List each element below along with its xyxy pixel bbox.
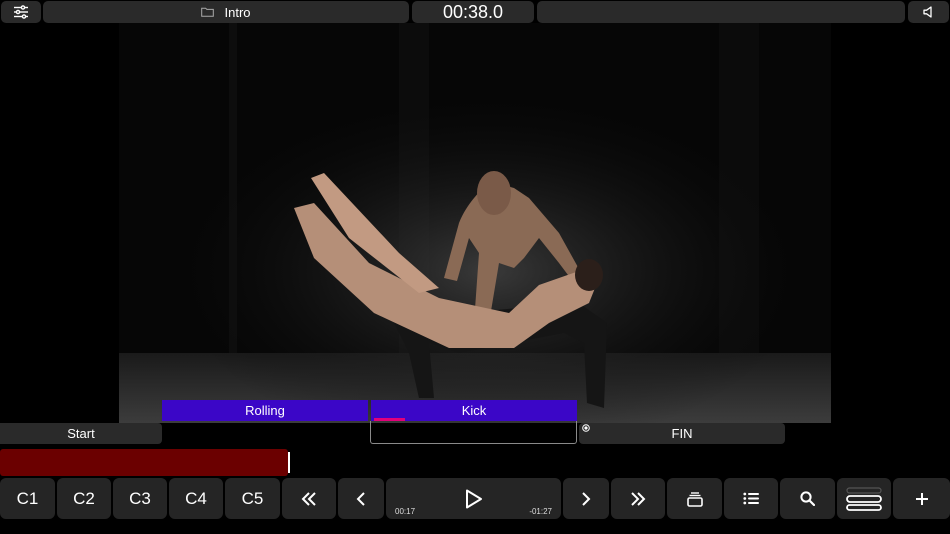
info-bar	[537, 1, 905, 23]
tracks-icon	[846, 486, 882, 511]
c4-button[interactable]: C4	[169, 478, 223, 519]
video-frame[interactable]	[119, 23, 831, 423]
play-button[interactable]: 00:17 -01:27	[386, 478, 561, 519]
search-icon	[800, 491, 815, 506]
previous-button[interactable]	[338, 478, 384, 519]
volume-button[interactable]	[908, 1, 949, 23]
cue-label: Rolling	[245, 403, 285, 418]
marker-label: Start	[67, 426, 95, 441]
plus-icon	[915, 492, 928, 505]
dancers-image	[119, 23, 831, 423]
cue-rolling[interactable]: Rolling	[162, 400, 368, 421]
c3-label: C3	[129, 488, 151, 508]
fast-forward-double-icon	[631, 491, 646, 506]
play-icon	[465, 489, 482, 508]
list-button[interactable]	[724, 478, 778, 519]
speaker-icon	[922, 6, 932, 18]
fast-forward-button[interactable]	[611, 478, 665, 519]
c4-label: C4	[185, 488, 207, 508]
cue-label: Kick	[461, 403, 487, 418]
timecode-display: 00:38.0	[412, 1, 534, 23]
c1-label: C1	[16, 488, 39, 508]
c5-button[interactable]: C5	[225, 478, 280, 519]
cue-selection-outline	[370, 421, 577, 444]
playback-progress-bar[interactable]	[0, 449, 288, 476]
list-icon	[743, 492, 759, 505]
timecode: 00:38.0	[442, 1, 504, 22]
rewind-double-icon	[301, 491, 316, 506]
sliders-icon	[14, 5, 28, 19]
tracks-button[interactable]	[837, 478, 891, 519]
c2-button[interactable]: C2	[57, 478, 111, 519]
add-button[interactable]	[893, 478, 950, 519]
rewind-button[interactable]	[282, 478, 336, 519]
playhead[interactable]	[288, 452, 290, 473]
c5-label: C5	[241, 488, 264, 508]
track-title-bar[interactable]: Intro	[43, 1, 409, 23]
c1-button[interactable]: C1	[0, 478, 55, 519]
track-title: Intro	[224, 4, 251, 20]
next-button[interactable]	[563, 478, 609, 519]
chevron-right-icon	[582, 491, 591, 506]
c2-label: C2	[73, 488, 95, 508]
layers-icon	[686, 491, 703, 507]
marker-start[interactable]: Start	[0, 423, 162, 444]
remaining-time: -01:27	[529, 507, 552, 516]
folder-icon	[201, 7, 215, 17]
marker-label: FIN	[671, 426, 693, 441]
c3-button[interactable]: C3	[113, 478, 167, 519]
chevron-left-icon	[356, 491, 365, 506]
settings-button[interactable]	[1, 1, 41, 23]
marker-fin[interactable]: FIN	[579, 423, 785, 444]
elapsed-time: 00:17	[395, 507, 416, 516]
target-dot-icon	[582, 424, 590, 432]
layers-button[interactable]	[667, 478, 722, 519]
search-button[interactable]	[780, 478, 835, 519]
